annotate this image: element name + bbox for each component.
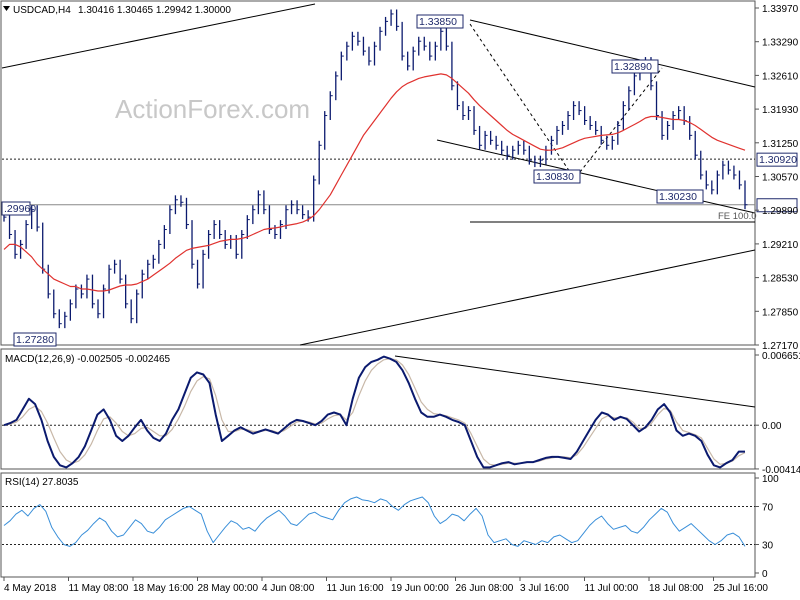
high-label-133850: 1.33850 xyxy=(419,16,457,28)
price-tick-label: 1.29210 xyxy=(762,240,799,251)
price-tick-label: 1.31250 xyxy=(762,139,799,150)
watermark: ActionForex.com xyxy=(115,94,310,124)
rsi-title: RSI(14) 27.8035 xyxy=(5,477,79,488)
time-tick-label: 11 Jul 00:00 xyxy=(585,583,639,594)
price-tick-label: 1.31930 xyxy=(762,105,799,116)
low-label-130830: 1.30830 xyxy=(536,171,574,183)
rsi-tick-label: 0 xyxy=(762,569,768,580)
time-tick-label: 3 Jul 16:00 xyxy=(520,583,569,594)
macd-title: MACD(12,26,9) -0.002505 -0.002465 xyxy=(5,354,171,365)
price-tick-label: 1.29890 xyxy=(762,206,799,217)
fe-100-label: FE 100.0 xyxy=(718,211,757,222)
symbol-label: USDCAD,H4 xyxy=(13,5,71,16)
macd-tick-label: 0.006651 xyxy=(762,351,800,362)
time-tick-label: 26 Jun 08:00 xyxy=(456,583,514,594)
low-label-127280: 1.27280 xyxy=(16,334,54,346)
macd-tick-label: 0.00 xyxy=(762,421,782,432)
high-label-132890: 1.32890 xyxy=(614,61,652,73)
price-tick-label: 1.32610 xyxy=(762,71,799,82)
low-label-130230: 1.30230 xyxy=(659,191,697,203)
time-tick-label: 4 May 2018 xyxy=(4,583,57,594)
time-tick-label: 25 Jul 16:00 xyxy=(714,583,769,594)
rsi-tick-label: 100 xyxy=(762,474,779,485)
price-tick-label: 1.27850 xyxy=(762,307,799,318)
forex-chart: ActionForex.com USDCAD,H4 1.30416 1.3046… xyxy=(0,0,800,600)
ohlc-label: 1.30416 1.30465 1.29942 1.30000 xyxy=(78,5,231,16)
time-tick-label: 18 May 16:00 xyxy=(133,583,194,594)
time-tick-label: 28 May 00:00 xyxy=(198,583,259,594)
rsi-tick-label: 70 xyxy=(762,503,774,514)
time-tick-label: 11 May 08:00 xyxy=(69,583,129,594)
price-tick-label: 1.33290 xyxy=(762,38,799,49)
level-label-130920: 1.30920 xyxy=(759,154,797,166)
time-tick-label: 19 Jun 00:00 xyxy=(391,583,449,594)
chart-header: USDCAD,H4 1.30416 1.30465 1.29942 1.3000… xyxy=(3,5,231,16)
price-tick-label: 1.28530 xyxy=(762,274,799,285)
price-tick-label: 1.30570 xyxy=(762,173,799,184)
time-tick-label: 4 Jun 08:00 xyxy=(262,583,315,594)
time-tick-label: 11 Jun 16:00 xyxy=(327,583,385,594)
time-tick-label: 18 Jul 08:00 xyxy=(649,583,704,594)
rsi-tick-label: 30 xyxy=(762,541,774,552)
left-label-129960: .29960 xyxy=(4,203,36,215)
price-tick-label: 1.33970 xyxy=(762,4,799,15)
